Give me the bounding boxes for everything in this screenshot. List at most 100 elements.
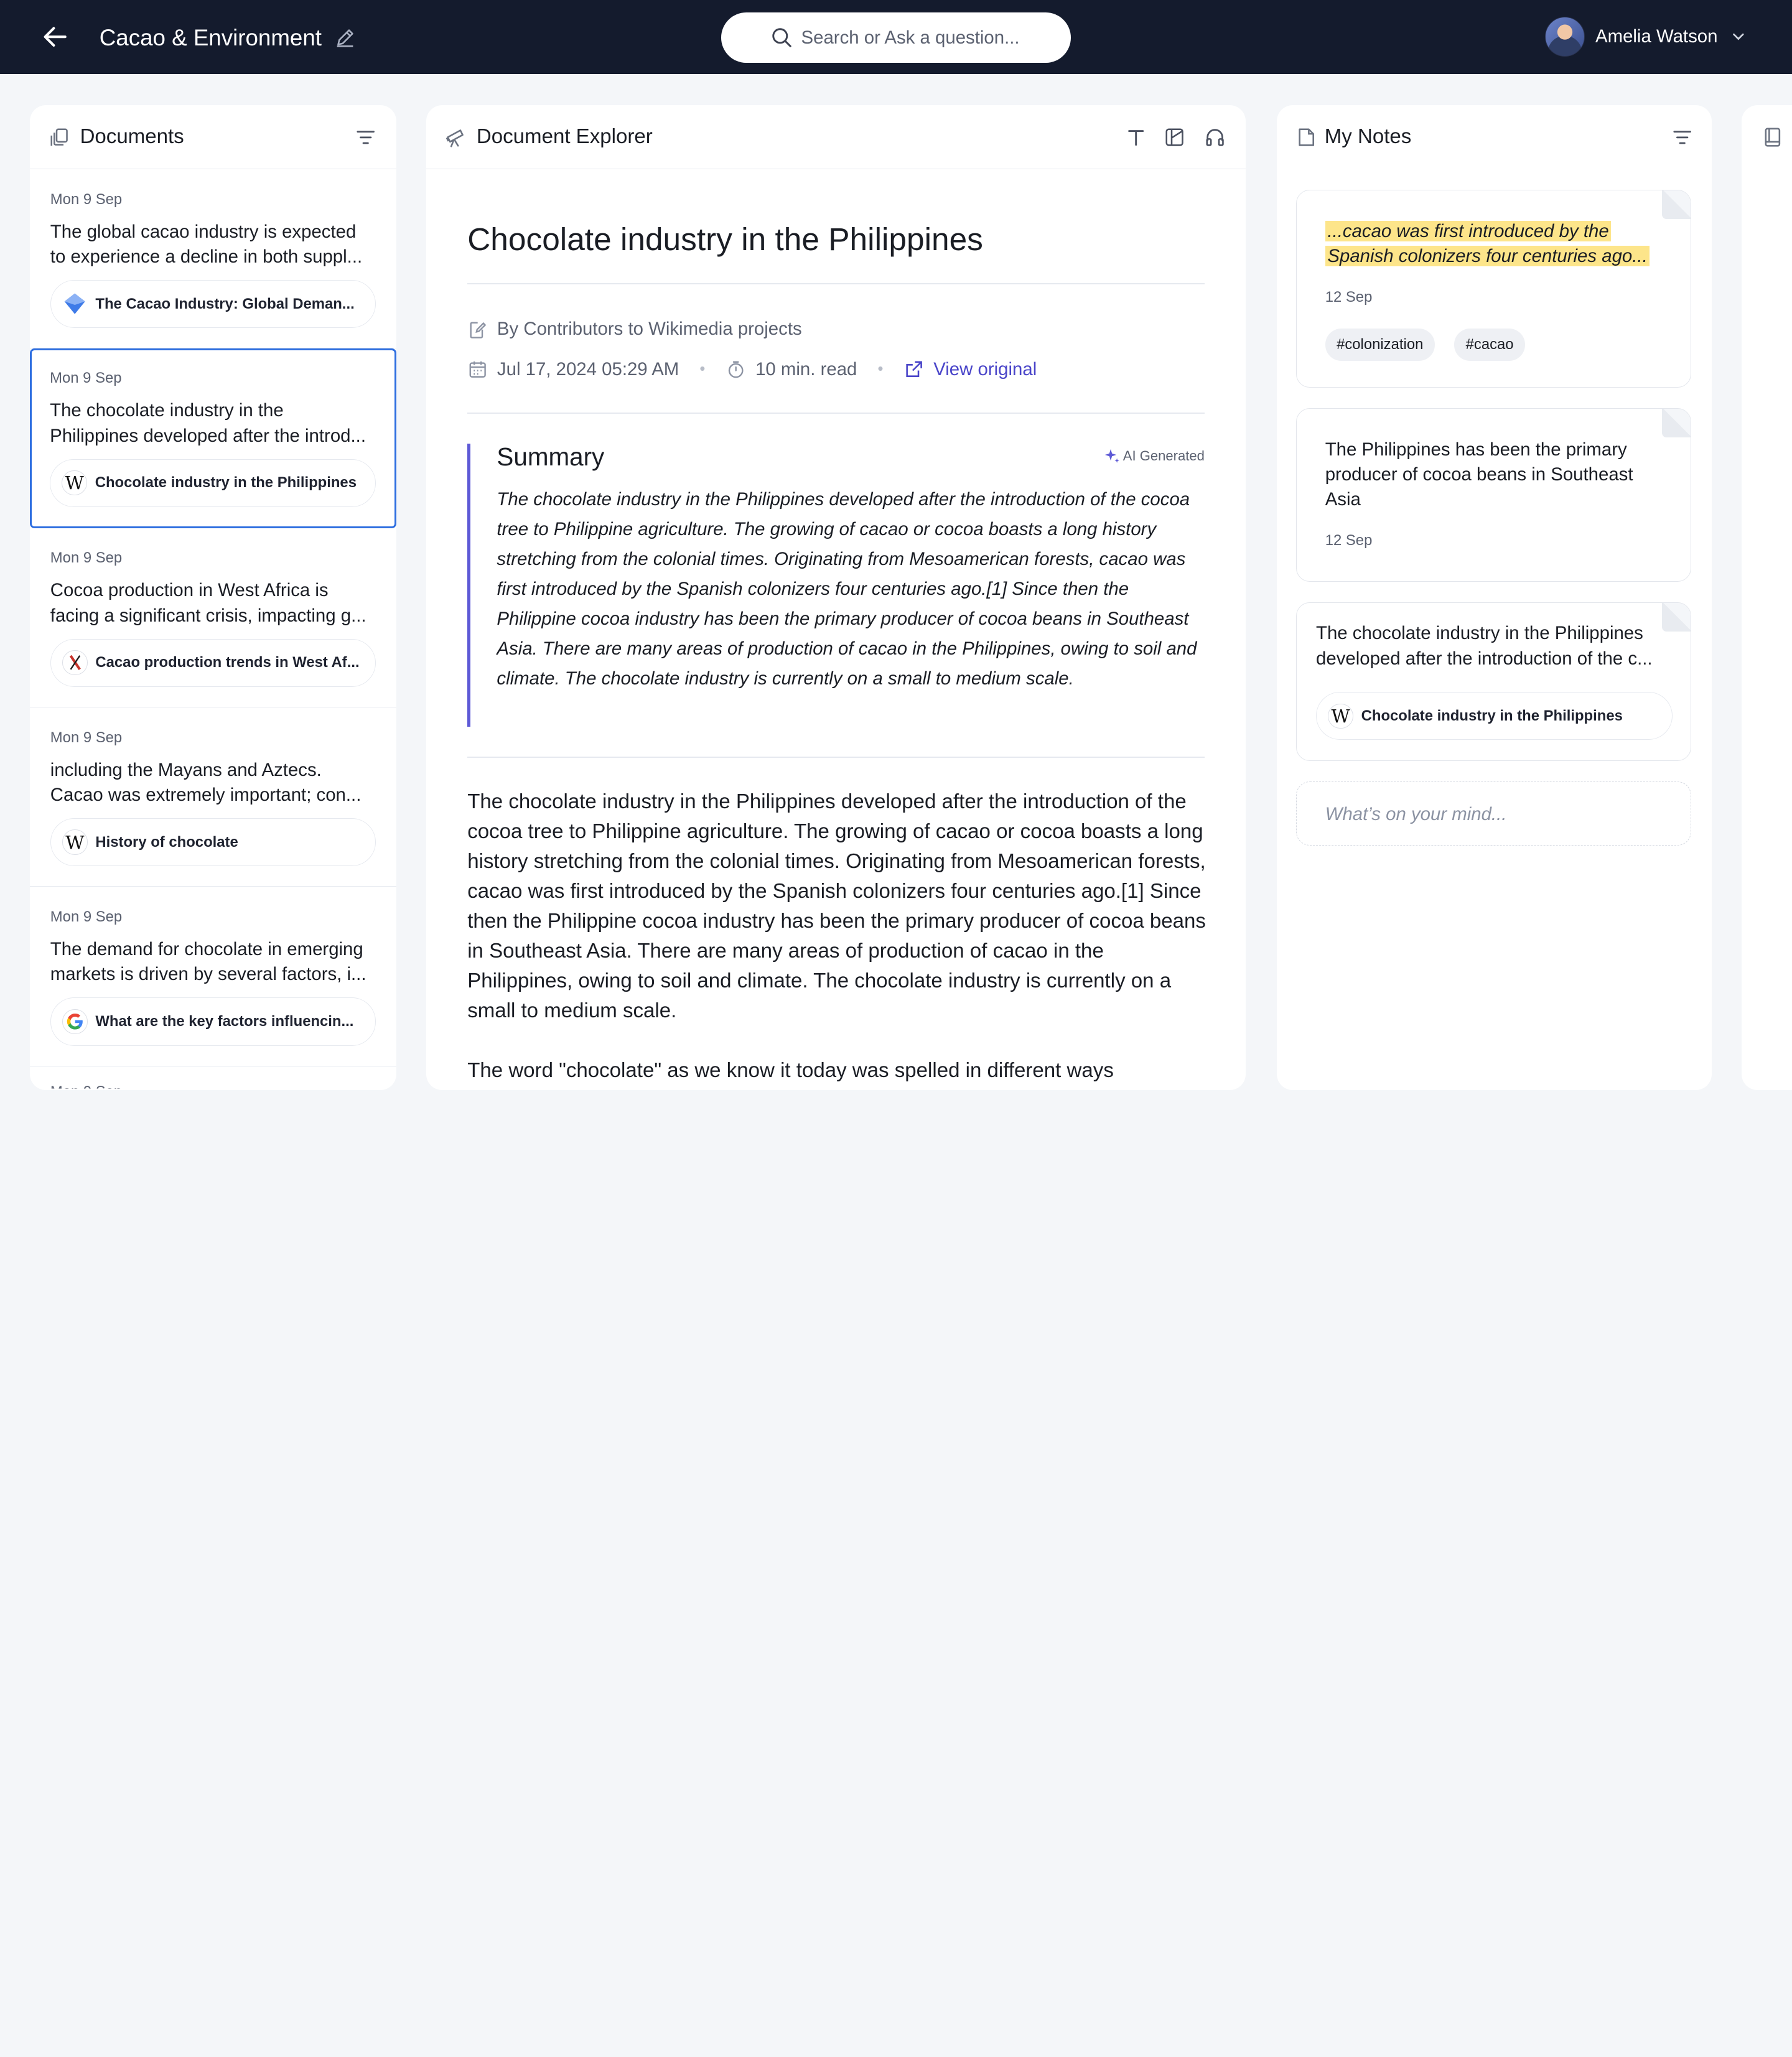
source-label: Cacao production trends in West Af... (95, 654, 360, 671)
ai-generated-badge: AI Generated (1104, 448, 1205, 464)
explorer-title: Document Explorer (476, 125, 653, 149)
source-chip[interactable]: W Chocolate industry in the Philippines (50, 459, 376, 507)
source-chip[interactable]: The Cacao Industry: Global Deman... (50, 279, 376, 329)
note-text: The chocolate industry in the Philippine… (1316, 621, 1676, 671)
source-chip[interactable]: What are the key factors influencin... (50, 997, 376, 1046)
note-card[interactable]: The Philippines has been the primary pro… (1295, 408, 1692, 582)
note-fold (1662, 408, 1691, 437)
note-line: The chocolate industry in the Philippine… (1316, 623, 1643, 644)
edit-title-button[interactable] (334, 26, 357, 49)
documents-title: Documents (80, 125, 184, 149)
top-bar: Cacao & Environment Amelia Watson (0, 0, 1792, 75)
external-link-icon (903, 359, 924, 380)
user-menu[interactable]: Amelia Watson (1545, 16, 1746, 57)
source-label: Chocolate industry in the Philippines (1361, 707, 1623, 724)
snippet-line: including the Mayans and Aztecs. (50, 759, 322, 780)
summary-text: The chocolate industry in the Philippine… (497, 488, 1197, 689)
snippet-line: markets is driven by several factors, i.… (50, 964, 366, 985)
source-label: The Cacao Industry: Global Deman... (95, 295, 355, 312)
separator-dot: • (699, 360, 706, 378)
note-date: 12 Sep (1325, 532, 1373, 549)
document-edit-icon (467, 319, 488, 340)
tag-colonization[interactable]: #colonization (1325, 329, 1435, 361)
divider (467, 413, 1205, 414)
notes-panel: My Notes ...cacao was first introduced b… (1276, 105, 1712, 1091)
document-item[interactable]: Mon 9 Sep including the Mayans and Aztec… (29, 707, 397, 887)
document-date: Mon 9 Sep (50, 370, 122, 387)
documents-panel: Documents Mon 9 Sep The global cacao ind… (29, 105, 397, 1091)
snippet-line: The global cacao industry is expected (50, 221, 357, 242)
telescope-icon (446, 127, 466, 147)
note-fold (1662, 190, 1691, 219)
pencil-icon (337, 29, 353, 47)
author-row: By Contributors to Wikimedia projects (467, 319, 802, 340)
source-chip[interactable]: Cacao production trends in West Af... (50, 638, 376, 687)
new-note-input[interactable] (1325, 800, 1668, 828)
summary-block: Summary AI Generated The chocolate indus… (467, 442, 1205, 727)
summary-title: Summary (497, 442, 605, 471)
document-item[interactable]: Mon 9 Sep The demand for chocolate in em… (29, 887, 397, 1066)
document-snippet: The global cacao industry is expected to… (50, 220, 382, 270)
snippet-line: Cacao was extremely important; con... (50, 785, 362, 806)
snippet-line: The demand for chocolate in emerging (50, 939, 363, 960)
wikipedia-icon: W (62, 829, 88, 855)
snippet-line: The chocolate industry in the (50, 400, 284, 421)
document-item[interactable]: Mon 9 Sep Cocoa production in West Afric… (29, 528, 397, 707)
snippet-line: Philippines developed after the introd..… (50, 425, 366, 446)
document-item[interactable]: Mon 9 Sep The global cacao industry is e… (29, 169, 397, 349)
document-date: Mon 9 Sep (50, 549, 123, 567)
snippet-line: facing a significant crisis, impacting g… (50, 605, 366, 626)
document-date: Mon 9 Sep (50, 908, 123, 926)
wikipedia-icon: W (62, 470, 87, 496)
chevron-down-icon (1730, 29, 1747, 45)
explorer-header: Document Explorer (426, 105, 1246, 169)
snippet-line: to experience a decline in both suppl... (50, 246, 363, 268)
document-item-selected[interactable]: Mon 9 Sep The chocolate industry in the … (29, 348, 397, 528)
headphones-icon[interactable] (1205, 127, 1225, 147)
sparkle-icon (1104, 449, 1119, 463)
source-chip[interactable]: W Chocolate industry in the Philippines (1316, 692, 1673, 740)
collapsed-side-panel[interactable] (1742, 105, 1792, 1091)
note-card[interactable]: ...cacao was first introduced by the Spa… (1295, 189, 1692, 388)
user-name: Amelia Watson (1595, 26, 1718, 47)
note-card[interactable]: The chocolate industry in the Philippine… (1295, 602, 1692, 762)
highlight-line: ...cacao was first introduced by the (1325, 220, 1612, 241)
read-time: 10 min. read (755, 358, 857, 380)
notes-header: My Notes (1277, 105, 1712, 169)
source-label: Chocolate industry in the Philippines (95, 474, 357, 492)
search-bar[interactable] (721, 12, 1071, 63)
document-snippet: The demand for chocolate in emerging mar… (50, 937, 382, 987)
filter-icon[interactable] (1672, 127, 1692, 147)
stopwatch-icon (726, 359, 746, 380)
layout-icon[interactable] (1165, 127, 1185, 147)
ai-badge-label: AI Generated (1122, 447, 1205, 464)
blue-diamond-icon (62, 291, 87, 316)
note-text: The Philippines has been the primary pro… (1325, 439, 1633, 510)
note-line: developed after the introduction of the … (1316, 648, 1653, 669)
source-chip[interactable]: W History of chocolate (50, 818, 376, 867)
body-paragraph: The chocolate industry in the Philippine… (467, 790, 1206, 1023)
document-snippet: Cocoa production in West Africa is facin… (50, 578, 382, 628)
book-icon[interactable] (1762, 127, 1783, 147)
meta-row: Jul 17, 2024 05:29 AM • 10 min. read • V… (467, 359, 1037, 380)
new-note-box[interactable] (1295, 781, 1692, 846)
search-icon (772, 28, 791, 47)
back-button[interactable] (39, 21, 70, 52)
search-input[interactable] (801, 24, 1053, 52)
note-date: 12 Sep (1325, 288, 1373, 306)
text-size-icon[interactable] (1126, 127, 1146, 147)
filter-icon[interactable] (355, 127, 376, 147)
arrow-left-icon (44, 26, 67, 47)
view-original-link[interactable]: View original (933, 359, 1037, 380)
document-snippet: The chocolate industry in the Philippine… (50, 398, 381, 449)
google-icon (62, 1009, 88, 1035)
tag-cacao[interactable]: #cacao (1454, 329, 1525, 361)
document-explorer-panel: Document Explorer Chocolate industry in … (426, 105, 1246, 1091)
document-date: Mon 9 Sep (50, 729, 123, 746)
calendar-icon (467, 359, 488, 380)
red-x-icon (62, 650, 88, 676)
document-date: Mon 9 Sep (50, 1083, 123, 1101)
app-root: Cacao & Environment Amelia Watson Docume… (0, 0, 1792, 1120)
note-icon (1296, 127, 1317, 147)
separator-dot: • (877, 360, 884, 378)
